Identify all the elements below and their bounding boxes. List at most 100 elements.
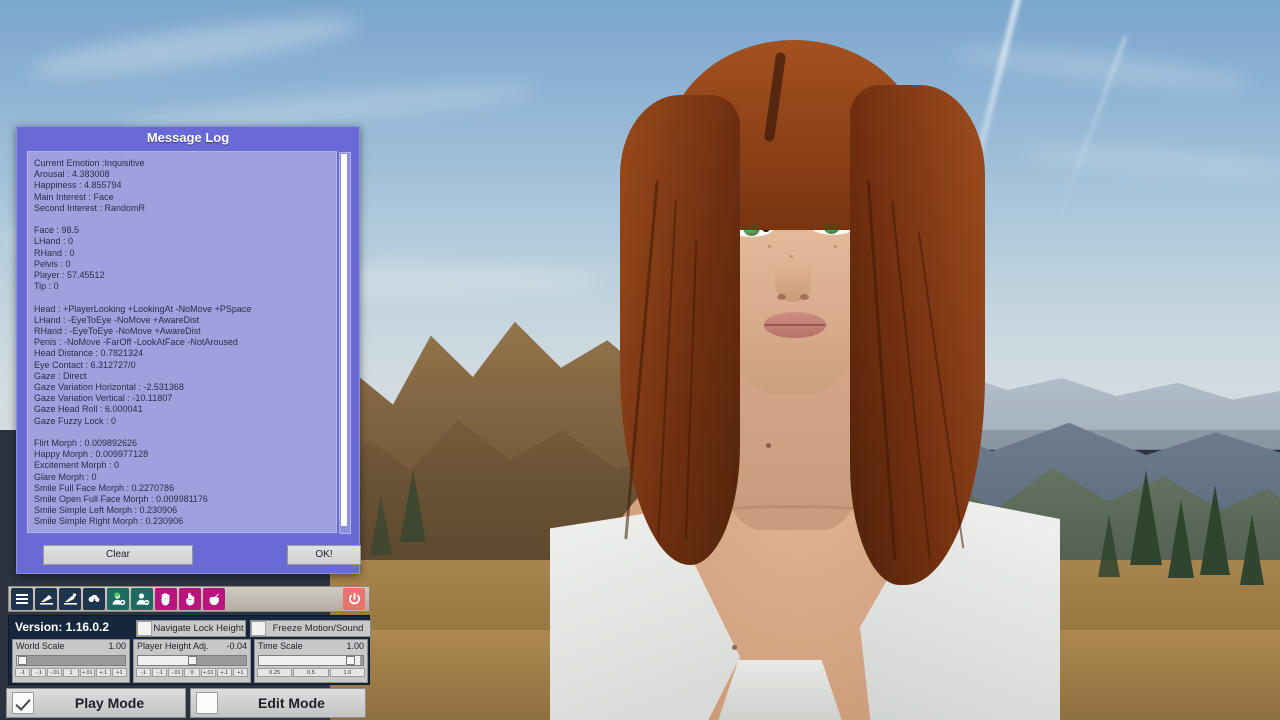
log-line: Penis : -NoMove -FarOff -LookAtFace -Not… [34,337,238,348]
slider-value: 1.00 [108,641,126,651]
version-label: Version: 1.16.0.2 [15,620,110,634]
tick-button[interactable]: +1 [232,668,248,677]
toggle-label: Navigate Lock Height [153,623,244,634]
message-log-dialog[interactable]: Message Log Current Emotion :Inquisitive… [16,126,361,574]
log-line: RHand : -EyeToEye -NoMove +AwareDist [34,326,201,337]
tick-button[interactable]: -.1 [152,668,168,677]
open-hand-icon[interactable] [155,588,177,610]
slider-knob[interactable] [17,656,27,665]
lip-line [764,324,826,326]
time-scale-slider-cell[interactable]: Time Scale 1.00 0.25 0.5 1.0 [254,639,368,683]
tick-button[interactable]: 0.25 [257,668,293,677]
tick-button[interactable]: +.01 [79,668,95,677]
log-line: RHand : 0 [34,247,75,258]
slider-knob[interactable] [187,656,197,665]
log-line: Head : +PlayerLooking +LookingAt -NoMove… [34,303,252,314]
slider-label: Time Scale [258,641,303,651]
version-row: Version: 1.16.0.2 Navigate Lock Height F… [12,619,371,637]
menu-icon[interactable] [11,588,33,610]
log-line: Smile Simple Left Morph : 0.230906 [34,505,178,516]
hair-left [620,95,740,565]
log-line: Gaze Head Roll : 6.000041 [34,404,143,415]
log-scrollbar-thumb[interactable] [341,154,347,526]
play-mode-label: Play Mode [74,695,145,711]
grab-hand-icon[interactable] [203,588,225,610]
tick-button[interactable]: -1 [136,668,152,677]
log-line: Smile Simple Right Morph : 0.230906 [34,516,184,527]
log-line: Main Interest : Face [34,191,114,202]
player-height-slider[interactable] [137,655,247,666]
log-line: Current Emotion :Inquisitive [34,158,145,168]
person-add-icon[interactable] [107,588,129,610]
main-toolbar[interactable] [8,586,370,612]
edit-mode-button[interactable]: Edit Mode [190,688,366,718]
log-line: Pelvis : 0 [34,258,71,269]
control-panel[interactable]: Version: 1.16.0.2 Navigate Lock Height F… [8,615,371,685]
log-line: Flirt Morph : 0.009892626 [34,438,138,449]
slider-label: Player Height Adj. [137,641,209,651]
log-line: Happy Morph : 0.009977128 [34,449,149,460]
beauty-mark [732,645,737,650]
log-line: Smile Full Face Morph : 0.2270786 [34,482,175,493]
world-scale-slider[interactable] [16,655,126,666]
toggle-label: Freeze Motion/Sound [272,623,364,634]
tick-button[interactable]: +.1 [216,668,232,677]
dialog-title: Message Log [146,130,230,145]
power-icon[interactable] [343,588,365,610]
person-remove-icon[interactable] [131,588,153,610]
tick-button[interactable]: -.01 [168,668,184,677]
log-scrollbar[interactable] [339,152,351,534]
log-line: Gaze Variation Horizontal : -2.531368 [34,382,184,393]
checkbox[interactable] [137,621,152,636]
checkbox[interactable] [251,621,266,636]
log-line: Tip : 0 [34,281,59,292]
player-height-slider-cell[interactable]: Player Height Adj. -0.04 -1 -.1 -.01 0 +.01 +… [133,639,251,683]
slider-label: World Scale [16,641,65,651]
log-line: Gaze : Direct [34,370,87,381]
world-scale-tick-buttons[interactable]: -1 -.1 -.01 1 +.01 +.1 +1 [15,668,127,677]
world-scale-slider-cell[interactable]: World Scale 1.00 -1 -.1 -.01 1 +.01 +.1 +1 [12,639,130,683]
navigate-lock-height-toggle[interactable]: Navigate Lock Height [136,620,246,637]
log-line: Player : 57.45512 [34,270,105,281]
log-line: Arousal : 4.383008 [34,169,110,180]
player-height-tick-buttons[interactable]: -1 -.1 -.01 0 +.01 +.1 +1 [136,668,248,677]
log-line: Happiness : 4.855794 [34,180,122,191]
time-scale-slider[interactable] [258,655,364,666]
tick-button[interactable]: 1 [63,668,79,677]
scene-load-icon[interactable] [35,588,57,610]
tick-button[interactable]: 0 [184,668,200,677]
freeze-motion-sound-toggle[interactable]: Freeze Motion/Sound [250,620,371,637]
log-line: LHand : 0 [34,236,74,247]
tick-button[interactable]: 0.5 [293,668,329,677]
log-line: Face : 98.5 [34,225,80,236]
log-line: Smile Open Full Face Morph : 0.009981176 [34,494,208,505]
ok-button[interactable]: OK! [287,545,361,565]
slider-value: 1.00 [346,641,364,651]
character-model[interactable] [470,0,1110,720]
nose [775,240,811,302]
clear-button[interactable]: Clear [43,545,193,565]
tick-button[interactable]: -1 [15,668,31,677]
tick-button[interactable]: +.01 [200,668,216,677]
tick-button[interactable]: +1 [111,668,127,677]
log-line: Gaze Fuzzy Lock : 0 [34,415,117,426]
play-mode-checkbox[interactable] [12,692,34,714]
beauty-mark [766,443,771,448]
slider-knob[interactable] [346,656,356,665]
tick-button[interactable]: 1.0 [329,668,365,677]
tick-button[interactable]: +.1 [95,668,111,677]
slider-value: -0.04 [226,641,247,651]
tick-button[interactable]: -.01 [47,668,63,677]
scene-save-icon[interactable] [59,588,81,610]
time-scale-tick-buttons[interactable]: 0.25 0.5 1.0 [257,668,365,677]
edit-mode-checkbox[interactable] [196,692,218,714]
play-mode-button[interactable]: Play Mode [6,688,186,718]
app-window: Message Log Current Emotion :Inquisitive… [0,0,1280,720]
tick-button[interactable]: -.1 [31,668,47,677]
cloud-download-icon[interactable] [83,588,105,610]
log-line: Glare Morph : 0 [34,471,97,482]
message-log-text[interactable]: Current Emotion :Inquisitive Arousal : 4.… [27,151,337,533]
point-hand-icon[interactable] [179,588,201,610]
